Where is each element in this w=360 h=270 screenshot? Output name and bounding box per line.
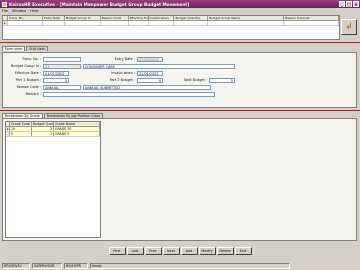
- col-reason-code[interactable]: Reason Code: [101, 16, 129, 20]
- cell-budget-quantity[interactable]: [174, 21, 209, 26]
- status-database: RPVMDVEV: [2, 263, 30, 269]
- effective-date-label: Effective Date :: [14, 71, 41, 75]
- effective-date-field[interactable]: 01/01/2002: [43, 71, 69, 76]
- status-company: RSVHYPR: [64, 263, 88, 269]
- col-invalid-when[interactable]: Invalid when: [149, 16, 175, 20]
- cell-reason-code[interactable]: [100, 21, 129, 26]
- refresh-button[interactable]: ↲: [341, 19, 357, 35]
- divider: [0, 110, 360, 111]
- prev-button[interactable]: Prev: [144, 247, 162, 255]
- budget-group-id-field: 21: [43, 64, 81, 69]
- reason-code-field[interactable]: ANNUAL: [43, 85, 81, 90]
- tab-grid-view[interactable]: Grid view: [25, 46, 48, 51]
- remark-label: Remark :: [25, 92, 41, 96]
- entry-date-label: Entry Date :: [114, 57, 135, 61]
- grade-name-cell[interactable]: GRADE 5: [54, 132, 100, 136]
- reason-code-label: Reason Code :: [16, 85, 41, 89]
- cell-invalid-when[interactable]: [148, 21, 175, 26]
- col-grade-name[interactable]: Grade Name: [54, 122, 100, 126]
- part2-budget-label: Part 2 Budget :: [109, 78, 135, 82]
- col-budget-group-id[interactable]: Budget Group Id: [65, 16, 101, 20]
- add-button[interactable]: Add: [180, 247, 198, 255]
- app-icon: [2, 1, 7, 7]
- grade-code-cell[interactable]: 5: [10, 132, 32, 136]
- entry-date-field: 27/01/2003: [137, 57, 163, 62]
- part2-budget-field[interactable]: 0: [137, 78, 163, 83]
- maximize-button[interactable]: □: [346, 1, 352, 7]
- cell-budget-group-id[interactable]: [64, 21, 101, 26]
- title-bar: KairosHR Executive - [Maintain Manpower …: [0, 0, 360, 8]
- budget-group-id-label: Budget Group Id :: [10, 64, 41, 68]
- tab-form-view[interactable]: Form view: [2, 46, 25, 51]
- remark-field[interactable]: [43, 92, 215, 97]
- transaction-grid[interactable]: Trans. No. Entry Date Budget Group Id Re…: [2, 15, 340, 40]
- menu-bar: File Window Help: [0, 8, 360, 14]
- status-bar: RPVMDVEV SUPERVISOR RSVHYPR Ready: [0, 262, 360, 270]
- delete-button[interactable]: Delete: [216, 247, 234, 255]
- table-row[interactable]: 5 2 GRADE 5: [6, 132, 100, 137]
- window-title: KairosHR Executive - [Maintain Manpower …: [9, 1, 190, 7]
- table-row[interactable]: ▸: [3, 21, 339, 26]
- menu-window[interactable]: Window: [12, 9, 26, 13]
- menu-file[interactable]: File: [2, 9, 8, 13]
- divider: [0, 42, 360, 43]
- minimize-button[interactable]: _: [339, 1, 345, 7]
- menu-help[interactable]: Help: [30, 9, 38, 13]
- total-budget-label: Total Budget :: [183, 78, 207, 82]
- reason-description-field: ANNUAL SUBMITTED: [83, 85, 211, 90]
- trans-no-label: Trans. No. :: [22, 57, 41, 61]
- grade-panel: Grade Code Budget Quantity Grade Name ▸ …: [2, 118, 357, 241]
- cell-reason-description[interactable]: [284, 21, 339, 26]
- cell-effective-from[interactable]: [128, 21, 149, 26]
- trans-no-field[interactable]: [43, 57, 81, 62]
- budget-quantity-cell[interactable]: 2: [32, 132, 54, 136]
- cell-entry-date[interactable]: [42, 21, 65, 26]
- col-budget-quantity[interactable]: Budget Quantity: [174, 16, 209, 20]
- total-budget-field: 5: [209, 78, 235, 83]
- col-budget-group-name[interactable]: Budget Group Name: [208, 16, 285, 20]
- cell-budget-group-name[interactable]: [208, 21, 285, 26]
- last-button[interactable]: Last: [126, 247, 144, 255]
- invalid-when-label: Invalid when :: [111, 71, 135, 75]
- return-arrow-icon: ↲: [345, 22, 353, 32]
- close-button[interactable]: ×: [353, 1, 359, 7]
- col-entry-date[interactable]: Entry Date: [43, 16, 65, 20]
- status-user: SUPERVISOR: [32, 263, 62, 269]
- modify-button[interactable]: Modify: [198, 247, 216, 255]
- col-reason-description[interactable]: Reason Descript: [284, 16, 339, 20]
- col-budget-quantity[interactable]: Budget Quantity: [32, 122, 54, 126]
- form-panel: Trans. No. : Entry Date : 27/01/2003 Bud…: [2, 52, 357, 108]
- col-effective-from[interactable]: Effective From: [129, 16, 149, 20]
- grade-code-cell[interactable]: 10: [10, 127, 32, 131]
- navigation-bar: First Last Prev Next Add Modify Delete E…: [0, 247, 360, 256]
- col-trans-no[interactable]: Trans. No.: [8, 16, 43, 20]
- grade-name-cell[interactable]: GRADE 10: [54, 127, 100, 131]
- grade-grid[interactable]: Grade Code Budget Quantity Grade Name ▸ …: [5, 121, 101, 238]
- invalid-when-field[interactable]: 31/01/2002: [137, 71, 163, 76]
- exit-button[interactable]: Exit: [234, 247, 252, 255]
- cell-trans-no[interactable]: [7, 21, 43, 26]
- budget-quantity-cell[interactable]: 3: [32, 127, 54, 131]
- part1-budget-field[interactable]: 5: [43, 78, 69, 83]
- col-grade-code[interactable]: Grade Code: [10, 122, 32, 126]
- part1-budget-label: Part 1 Budget :: [15, 78, 41, 82]
- next-button[interactable]: Next: [162, 247, 180, 255]
- status-message: Ready: [90, 263, 290, 269]
- form-tabs: Form view Grid view: [2, 46, 49, 51]
- first-button[interactable]: First: [108, 247, 126, 255]
- budget-group-name-field[interactable]: CONSUMER CARE: [83, 64, 235, 69]
